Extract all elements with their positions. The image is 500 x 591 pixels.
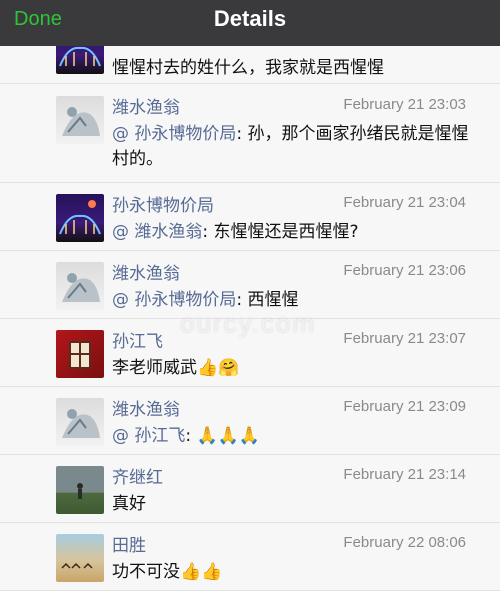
avatar[interactable] [56, 96, 104, 144]
author-name[interactable]: 齐继红 [112, 463, 163, 488]
thumbs-up-emoji: 👍👍 [180, 562, 223, 582]
comment-text: 李老师威武👍🤗 [112, 356, 472, 381]
avatar[interactable] [56, 194, 104, 242]
thumbs-up-hug-emoji: 👍🤗 [197, 358, 240, 378]
timestamp: February 21 23:07 [343, 330, 466, 347]
avatar[interactable] [56, 466, 104, 514]
author-name[interactable]: 田胜 [112, 531, 146, 556]
timestamp: February 21 23:04 [343, 194, 466, 211]
author-name[interactable]: 潍水渔翁 [112, 259, 180, 284]
timestamp: February 22 08:06 [343, 534, 466, 551]
mention-link[interactable]: @ 孙永博物价局 [112, 290, 236, 310]
mention-link[interactable]: @ 孙永博物价局 [112, 124, 236, 144]
avatar[interactable] [56, 262, 104, 310]
mention-link[interactable]: @ 潍水渔翁 [112, 222, 202, 242]
comment-item[interactable]: 孙永博物价局 February 21 23:04 @ 潍水渔翁: 东惺惺还是西惺… [0, 182, 500, 251]
comment-list: 惺惺村去的姓什么，我家就是西惺惺 潍水渔翁 February 21 23:03 … [0, 0, 500, 591]
avatar[interactable] [56, 330, 104, 378]
comment-text: @ 潍水渔翁: 东惺惺还是西惺惺? [112, 222, 359, 242]
watermark: ourcy.com [180, 308, 316, 338]
timestamp: February 21 23:14 [343, 466, 466, 483]
comment-item[interactable]: 潍水渔翁 February 21 23:09 @ 孙江飞: 🙏🙏🙏 [0, 386, 500, 455]
comment-text: @ 孙永博物价局: 孙，那个画家孙绪民就是惺惺村的。 [112, 124, 469, 169]
avatar[interactable] [56, 398, 104, 446]
comment-item[interactable]: 田胜 February 22 08:06 功不可没👍👍 [0, 522, 500, 591]
avatar[interactable] [56, 534, 104, 582]
comment-item[interactable]: 齐继红 February 21 23:14 真好 [0, 454, 500, 523]
comment-text: 功不可没👍👍 [112, 560, 472, 585]
pray-emoji: 🙏🙏🙏 [196, 426, 261, 446]
timestamp: February 21 23:06 [343, 262, 466, 279]
timestamp: February 21 23:09 [343, 398, 466, 415]
comment-text: 真好 [112, 494, 146, 514]
comment-text: 惺惺村去的姓什么，我家就是西惺惺 [112, 58, 384, 78]
mention-link[interactable]: @ 孙江飞 [112, 426, 185, 446]
navigation-bar: Done Details [0, 0, 500, 46]
timestamp: February 21 23:03 [343, 96, 466, 113]
author-name[interactable]: 孙永博物价局 [112, 191, 214, 216]
comment-text: @ 孙江飞: 🙏🙏🙏 [112, 424, 472, 449]
comment-item[interactable]: 潍水渔翁 February 21 23:03 @ 孙永博物价局: 孙，那个画家孙… [0, 84, 500, 183]
author-name[interactable]: 潍水渔翁 [112, 395, 180, 420]
author-name[interactable]: 孙江飞 [112, 327, 163, 352]
page-title: Details [213, 6, 287, 31]
author-name[interactable]: 潍水渔翁 [112, 93, 180, 118]
